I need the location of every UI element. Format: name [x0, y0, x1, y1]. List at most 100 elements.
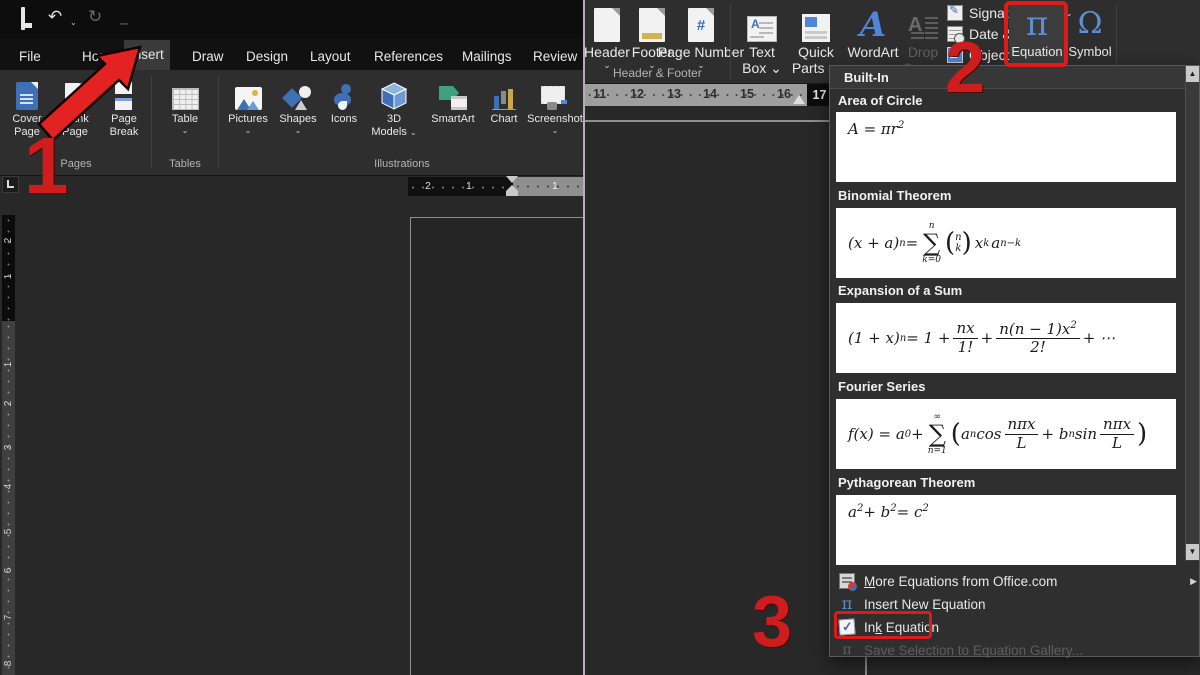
- icons-button[interactable]: Icons: [323, 76, 365, 126]
- indent-marker[interactable]: [505, 176, 519, 197]
- ruler-number: 3: [3, 442, 14, 453]
- wordart-button[interactable]: A WordArt ⌄: [845, 2, 901, 70]
- ruler-number: 2: [3, 235, 14, 246]
- word-window: ↶ ⌄ ↻ ⸏ File Home Insert Draw Design Lay…: [0, 0, 1200, 675]
- ruler-number: 16: [777, 87, 791, 101]
- zoomed-ribbon-panel: Header ⌄ Footer ⌄ # Page Number ⌄ Header…: [585, 0, 1200, 675]
- table-button[interactable]: Table ⌄: [162, 76, 208, 135]
- quick-parts-icon: [802, 2, 830, 42]
- wordart-icon: A: [860, 2, 886, 42]
- builtin-header: Built-In: [830, 66, 1199, 89]
- group-label-header-footer: Header & Footer: [613, 66, 702, 80]
- gallery-item-pythagorean-theorem[interactable]: a2 + b2 = c2: [836, 495, 1176, 565]
- tab-design[interactable]: Design: [240, 44, 294, 70]
- undo-chevron-icon[interactable]: ⌄: [70, 14, 77, 32]
- chart-icon: [492, 76, 516, 110]
- quick-parts-label: Quick: [798, 44, 834, 60]
- 3d-models-label2: Models: [371, 126, 406, 138]
- submenu-arrow-icon: ▶: [1190, 576, 1197, 587]
- ruler-number: 14: [703, 87, 717, 101]
- menu-item-more-equations[interactable]: More Equations from Office.com ▶: [830, 570, 1200, 592]
- drop-cap-label: Drop: [908, 44, 938, 60]
- gallery-item-fourier-series[interactable]: f(x) = a0 + ∞∑n=1 ( an cos nπxL + bn sin…: [836, 399, 1176, 469]
- save-gallery-icon: π: [839, 642, 855, 658]
- tab-mailings[interactable]: Mailings: [456, 44, 518, 70]
- gallery-item-expansion-of-a-sum[interactable]: (1 + x)n = 1 + nx1! + n(n − 1)x22! + ⋯: [836, 303, 1176, 373]
- ruler-number: 2: [3, 398, 14, 409]
- vertical-ruler-margin[interactable]: 2 1: [2, 215, 15, 321]
- gallery-item-title: Pythagorean Theorem: [838, 475, 975, 490]
- shapes-button[interactable]: Shapes ⌄: [275, 76, 321, 135]
- horizontal-ruler-margin[interactable]: 2 1: [408, 177, 513, 196]
- page-number-icon: #: [688, 2, 714, 42]
- title-bar: ↶ ⌄ ↻ ⸏: [0, 0, 583, 38]
- scroll-up-icon[interactable]: ▲: [1186, 66, 1199, 82]
- header-button[interactable]: Header ⌄: [585, 2, 629, 70]
- header-icon: [594, 2, 620, 42]
- shapes-icon: [284, 76, 312, 110]
- shapes-chevron-icon: ⌄: [295, 126, 302, 135]
- ruler-number: 5: [3, 526, 14, 537]
- tab-review[interactable]: Review: [527, 44, 583, 70]
- chart-button[interactable]: Chart: [483, 76, 525, 126]
- footer-icon: [639, 2, 665, 42]
- smartart-icon: [439, 76, 467, 110]
- document-page[interactable]: [410, 217, 583, 675]
- group-separator: [218, 76, 219, 168]
- symbol-button[interactable]: Ω Symbol ⌄: [1067, 2, 1113, 70]
- header-chevron-icon: ⌄: [603, 60, 611, 70]
- ruler-number: 13: [667, 87, 681, 101]
- save-icon[interactable]: [21, 10, 25, 28]
- shapes-label: Shapes: [279, 113, 316, 126]
- gallery-scrollbar[interactable]: ▲ ▼: [1185, 66, 1199, 561]
- redo-icon[interactable]: ↻: [88, 8, 102, 26]
- office-equations-icon: [839, 573, 855, 589]
- pictures-icon: [235, 76, 262, 110]
- vertical-ruler-page[interactable]: 1 2 3 4 5 6 7 8: [2, 321, 15, 675]
- symbol-icon: Ω: [1078, 2, 1103, 42]
- screenshot-button[interactable]: Screenshot ⌄: [527, 76, 583, 135]
- page-number-button[interactable]: # Page Number ⌄: [675, 2, 727, 70]
- icons-label: Icons: [331, 113, 357, 126]
- step3-highlight-box: [834, 611, 932, 639]
- step2-highlight-box: [1004, 1, 1068, 67]
- cube-icon: [381, 82, 407, 110]
- group-separator: [151, 76, 152, 168]
- page-top-edge: [585, 120, 829, 122]
- gallery-item-binomial-theorem[interactable]: (x + a)n = n∑k=0 ( nk ) xk an−k: [836, 208, 1176, 278]
- pi-icon: π: [839, 596, 855, 612]
- undo-icon[interactable]: ↶: [48, 8, 62, 26]
- page-number-label: Page Number: [658, 44, 744, 60]
- drop-cap-icon: A: [908, 2, 938, 42]
- smartart-button[interactable]: SmartArt: [425, 76, 481, 126]
- tab-layout[interactable]: Layout: [304, 44, 357, 70]
- step3-number: 3: [752, 586, 792, 658]
- customize-qat-icon[interactable]: ⸏: [120, 12, 128, 30]
- pictures-button[interactable]: Pictures ⌄: [223, 76, 273, 135]
- text-box-icon: A: [747, 2, 777, 42]
- gallery-item-area-of-circle[interactable]: A = πr2: [836, 112, 1176, 182]
- wordart-label: WordArt: [847, 44, 898, 60]
- text-box-button[interactable]: A Text Box ⌄: [737, 2, 787, 76]
- table-chevron-icon: ⌄: [182, 126, 189, 135]
- tab-stop-selector[interactable]: [2, 176, 19, 193]
- smartart-label: SmartArt: [431, 113, 474, 126]
- 3d-models-label: 3D: [387, 113, 401, 126]
- menu-item-save-selection: π Save Selection to Equation Gallery...: [830, 639, 1200, 661]
- ruler-number: 7: [3, 612, 14, 623]
- gallery-item-title: Binomial Theorem: [838, 188, 951, 203]
- tab-references[interactable]: References: [368, 44, 449, 70]
- menu-item-label: Insert New Equation: [864, 597, 986, 612]
- horizontal-ruler-page[interactable]: 1: [513, 177, 583, 196]
- right-indent-marker[interactable]: [793, 95, 805, 104]
- gallery-item-title: Area of Circle: [838, 93, 923, 108]
- group-tables: Table ⌄ Tables: [154, 70, 216, 174]
- ruler-number: 4: [3, 481, 14, 492]
- tab-draw[interactable]: Draw: [186, 44, 230, 70]
- icons-icon: [332, 76, 356, 110]
- 3d-models-button[interactable]: 3D Models ⌄: [367, 76, 421, 139]
- scroll-down-icon[interactable]: ▼: [1186, 544, 1199, 560]
- group-label-tables: Tables: [154, 158, 216, 170]
- ruler-number: 12: [630, 87, 644, 101]
- pictures-chevron-icon: ⌄: [245, 126, 252, 135]
